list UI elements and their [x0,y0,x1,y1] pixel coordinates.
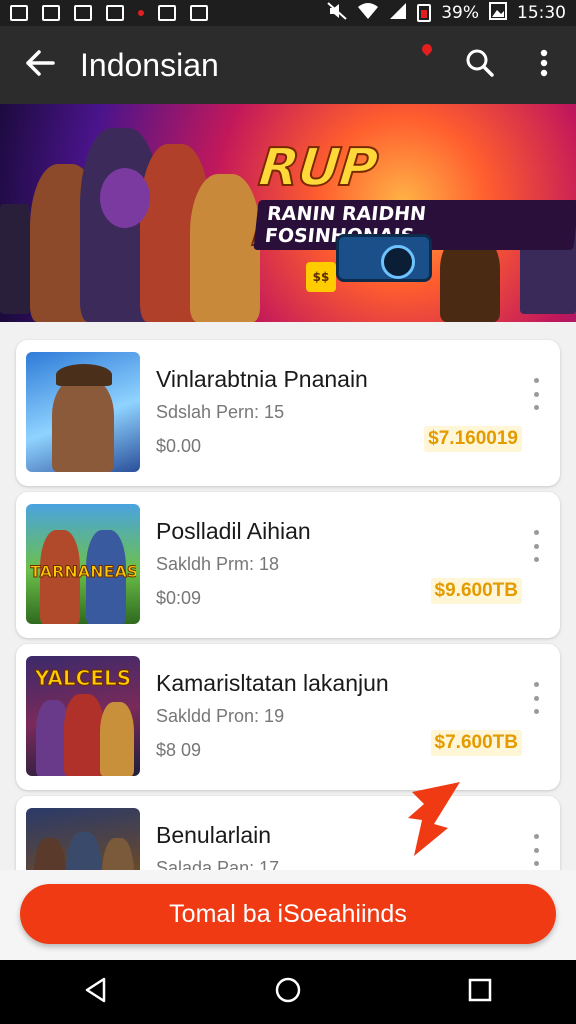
item-more-button[interactable] [526,530,546,562]
thumbnail-character [66,832,102,870]
square-recents-icon [468,978,492,1007]
radio-icon [336,234,432,282]
item-price: $8 09 [156,740,202,760]
nav-recents-button[interactable] [440,960,520,1024]
item-thumbnail [26,808,140,870]
status-notifications [10,5,208,21]
item-title: Poslladil Aihian [156,518,311,544]
more-vert-icon [540,49,548,82]
cta-area: Tomal ba iSoeahiinds [0,870,576,960]
thumbnail-text: YALCELS [34,666,132,690]
video-notification-icon [74,5,92,21]
item-amount: $9.600TB [430,578,522,604]
battery-percent: 39% [441,3,479,23]
thumbnail-character [64,694,104,776]
item-price: $0:09 [156,588,202,608]
mute-icon [327,1,347,25]
item-subtitle: Sakldd Pron: 19 [156,706,285,726]
item-amount: $7.600TB [430,730,522,756]
item-list: Vinlarabtnia Pnanain Sdslah Pern: 15 $0.… [0,322,576,870]
item-subtitle: Salada Pan: 17 [156,858,280,870]
system-nav-bar [0,960,576,1024]
arrow-left-icon [25,46,55,85]
item-amount: $7.160019 [424,426,522,452]
overflow-menu-button[interactable] [512,26,576,104]
red-dot-icon [138,10,144,16]
list-item[interactable]: Vinlarabtnia Pnanain Sdslah Pern: 15 $0.… [16,340,560,486]
thumbnail-character [34,838,66,870]
hat-shape [56,364,112,386]
list-item[interactable]: TARNANEAS Poslladil Aihian Sakldh Prm: 1… [16,492,560,638]
photo-notification-icon [190,5,208,21]
item-title: Vinlarabtnia Pnanain [156,366,368,392]
item-title: Kamarisltatan lakanjun [156,670,389,696]
search-icon [465,48,495,83]
pointer-arrow-icon [404,780,468,860]
banner-character [190,174,260,322]
circle-home-icon [274,976,302,1009]
triangle-back-icon [84,977,108,1008]
nav-home-button[interactable] [248,960,328,1024]
status-bar: 39% 15:30 [0,0,576,26]
banner-badge: $$ [306,262,336,292]
item-more-button[interactable] [526,378,546,410]
wifi-icon [357,2,379,25]
thumbnail-character [52,378,114,472]
thumbnail-character [102,838,134,870]
gallery-notification-icon [42,5,60,21]
promo-banner[interactable]: RUP HLLESI RANIN RAIDHN FOSINHONAIS $$ [0,104,576,322]
item-more-button[interactable] [526,682,546,714]
back-button[interactable] [0,26,80,104]
item-thumbnail [26,352,140,472]
item-subtitle: Sdslah Pern: 15 [156,402,285,422]
no-signal-notification-icon [158,5,176,21]
status-system: 39% 15:30 [327,1,566,25]
primary-action-button[interactable]: Tomal ba iSoeahiinds [20,884,556,944]
item-price: $0.00 [156,436,202,456]
thumbnail-character [100,702,134,776]
item-thumbnail: YALCELS [26,656,140,776]
nav-back-button[interactable] [56,960,136,1024]
list-item[interactable]: YALCELS Kamarisltatan lakanjun Sakldd Pr… [16,644,560,790]
app-bar: Indonsian [0,26,576,104]
page-title: Indonsian [80,46,219,83]
item-title: Benularlain [156,822,272,848]
item-thumbnail: TARNANEAS [26,504,140,624]
item-more-button[interactable] [526,834,546,866]
banner-character-head [100,168,150,228]
app-notification-icon [106,5,124,21]
thumbnail-text: TARNANEAS [30,562,136,581]
clock: 15:30 [517,3,566,23]
image-notification-icon [10,5,28,21]
battery-icon [417,4,432,22]
image-status-icon [489,1,507,25]
signal-icon [389,2,407,25]
list-item[interactable]: Benularlain Salada Pan: 17 [16,796,560,870]
banner-screen [0,204,30,314]
item-subtitle: Sakldh Prm: 18 [156,554,280,574]
search-button[interactable] [448,26,512,104]
